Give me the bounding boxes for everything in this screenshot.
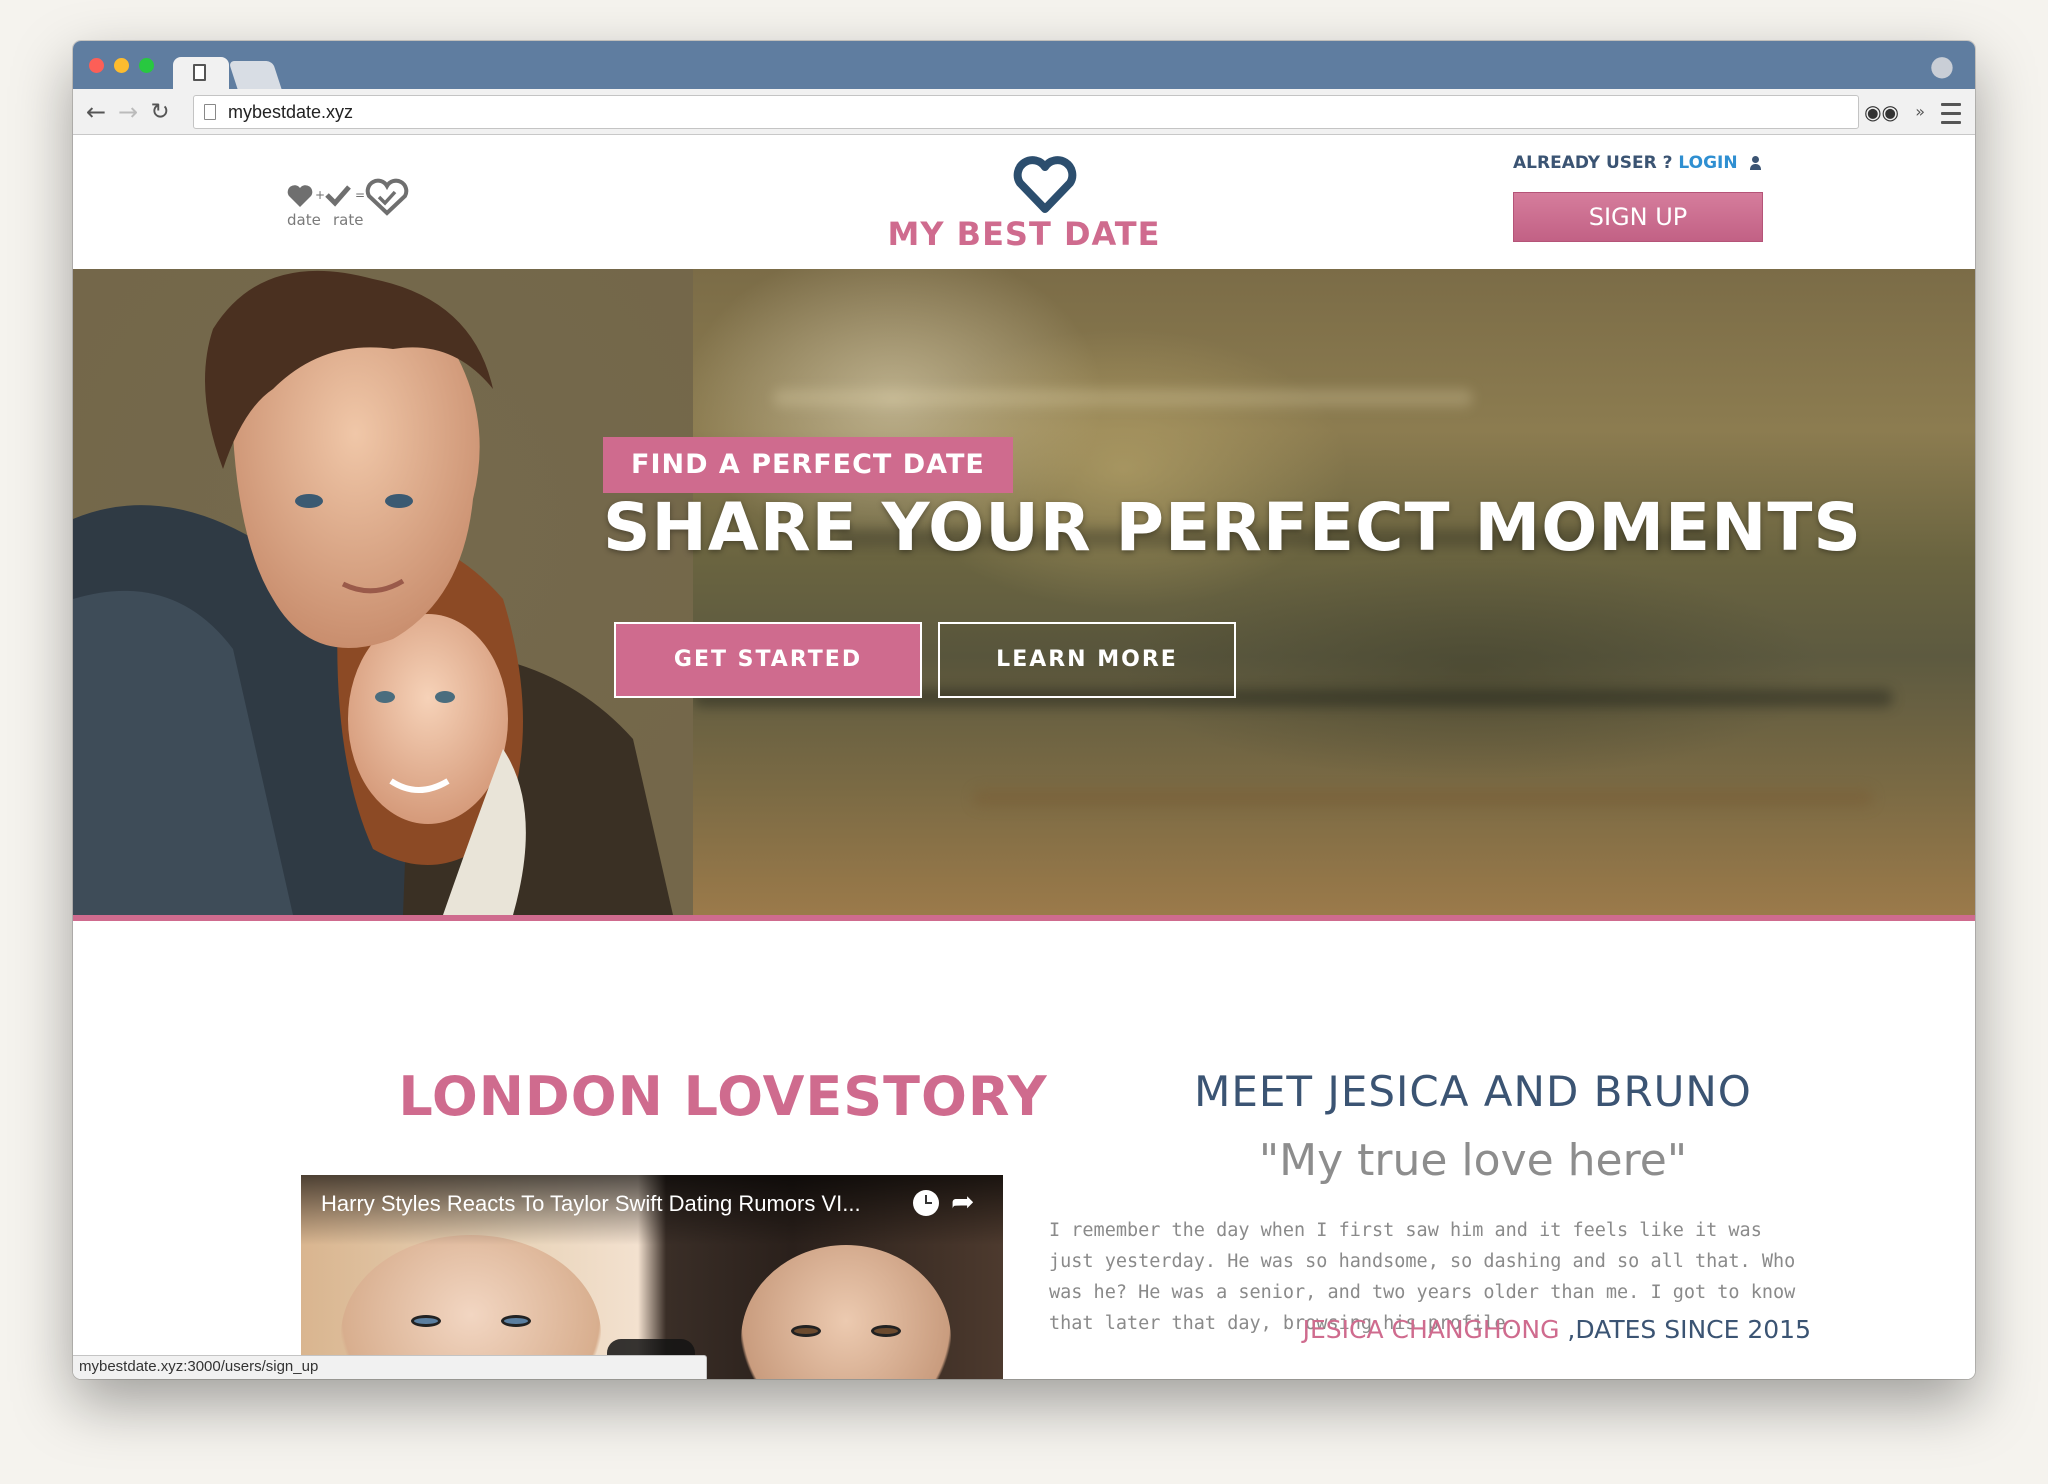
address-bar[interactable]: mybestdate.xyz bbox=[193, 95, 1859, 129]
forward-arrow-icon[interactable]: → bbox=[113, 95, 143, 129]
share-icon[interactable]: ➦ bbox=[951, 1185, 974, 1218]
testimonial-heading: MEET JESICA AND BRUNO bbox=[1194, 1067, 1752, 1116]
watch-later-icon[interactable] bbox=[913, 1190, 939, 1216]
login-link[interactable]: LOGIN bbox=[1678, 153, 1737, 173]
hero-blur-streak bbox=[773, 389, 1473, 407]
brand-heart-icon[interactable] bbox=[1012, 155, 1078, 215]
hero-title: SHARE YOUR PERFECT MOMENTS bbox=[603, 489, 1862, 566]
video-thumbnail-eye bbox=[871, 1325, 901, 1337]
video-thumbnail-eye bbox=[411, 1315, 441, 1327]
video-thumbnail-eye bbox=[791, 1325, 821, 1337]
svg-text:+: + bbox=[315, 188, 325, 202]
hero-blur-streak bbox=[973, 789, 1873, 807]
new-tab-button[interactable] bbox=[228, 61, 282, 89]
video-thumbnail-eye bbox=[501, 1315, 531, 1327]
url-text[interactable]: mybestdate.xyz bbox=[228, 96, 353, 128]
hero-divider bbox=[73, 915, 1975, 921]
video-player[interactable]: Harry Styles Reacts To Taylor Swift Dati… bbox=[301, 1175, 1003, 1379]
extension-mask-icon[interactable]: ◉◉ bbox=[1864, 97, 1899, 127]
testimonial-author: JESICA CHANGHONG ,DATES SINCE 2015 bbox=[1049, 1315, 1811, 1344]
web-page: + = date rate MY BEST DATE ALREADY USER … bbox=[73, 135, 1975, 1379]
already-user-text: ALREADY USER ? bbox=[1513, 153, 1673, 173]
get-started-button[interactable]: GET STARTED bbox=[614, 622, 922, 698]
browser-toolbar: ← → ↻ mybestdate.xyz ◉◉ » bbox=[73, 89, 1975, 135]
incognito-icon: ● bbox=[1929, 49, 1955, 82]
video-title[interactable]: Harry Styles Reacts To Taylor Swift Dati… bbox=[321, 1191, 861, 1217]
hero-tagline: FIND A PERFECT DATE bbox=[603, 437, 1013, 493]
page-icon bbox=[204, 104, 216, 120]
status-bar-url: mybestdate.xyz:3000/users/sign_up bbox=[73, 1355, 707, 1379]
site-header: + = date rate MY BEST DATE ALREADY USER … bbox=[73, 135, 1975, 269]
login-prompt: ALREADY USER ? LOGIN bbox=[1513, 153, 1761, 173]
hamburger-menu-icon[interactable] bbox=[1939, 97, 1963, 127]
hero-banner: FIND A PERFECT DATE SHARE YOUR PERFECT M… bbox=[73, 269, 1975, 915]
back-arrow-icon[interactable]: ← bbox=[81, 95, 111, 129]
author-name: JESICA CHANGHONG bbox=[1302, 1315, 1568, 1344]
testimonial-quote: "My true love here" bbox=[1258, 1135, 1688, 1186]
reload-icon[interactable]: ↻ bbox=[145, 95, 175, 129]
video-thumbnail-face bbox=[741, 1245, 951, 1379]
close-window-button[interactable] bbox=[89, 58, 104, 73]
extensions-overflow-icon[interactable]: » bbox=[1915, 97, 1925, 127]
minimize-window-button[interactable] bbox=[114, 58, 129, 73]
svg-text:=: = bbox=[355, 188, 365, 202]
sign-up-button[interactable]: SIGN UP bbox=[1513, 192, 1763, 242]
author-since: ,DATES SINCE 2015 bbox=[1567, 1315, 1811, 1344]
browser-titlebar: ● bbox=[73, 41, 1975, 89]
zoom-window-button[interactable] bbox=[139, 58, 154, 73]
learn-more-button[interactable]: LEARN MORE bbox=[938, 622, 1236, 698]
couple-photo bbox=[73, 269, 693, 915]
document-icon bbox=[193, 64, 206, 81]
user-icon bbox=[1749, 156, 1761, 170]
browser-tab-active[interactable] bbox=[173, 57, 229, 89]
browser-window: ● ← → ↻ mybestdate.xyz ◉◉ » + = date rat… bbox=[73, 41, 1975, 1379]
